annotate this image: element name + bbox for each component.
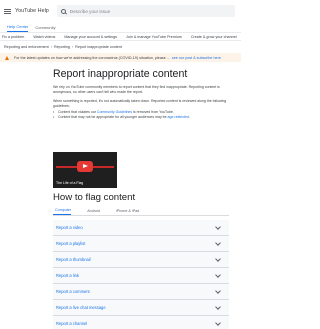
guidelines-list: • Content that violates our Community Gu… <box>53 110 229 119</box>
chevron-down-icon <box>215 303 221 310</box>
chevron-down-icon <box>215 287 221 294</box>
banner-link[interactable]: see our post & subscribe here <box>172 56 221 60</box>
category-channel[interactable]: Create & grow your channel <box>191 35 237 39</box>
accordion-item-comment[interactable]: Report a comment <box>53 284 229 300</box>
category-premium[interactable]: Join & manage YouTube Premium <box>126 35 182 39</box>
breadcrumb: Reporting and enforcement › Reporting › … <box>4 44 122 50</box>
chevron-down-icon <box>215 239 221 246</box>
play-icon[interactable] <box>77 161 93 172</box>
tab-android[interactable]: Android <box>85 209 100 215</box>
bullet-text-end: . <box>188 114 190 119</box>
accordion-label: Report a playlist <box>56 241 86 246</box>
chevron-right-icon: › <box>71 45 74 49</box>
breadcrumb-item[interactable]: Reporting and enforcement <box>4 45 49 49</box>
help-tabs: Help Center Community <box>0 22 241 32</box>
chevron-down-icon <box>215 255 221 262</box>
category-fix-problem[interactable]: Fix a problem <box>2 35 24 39</box>
chevron-down-icon <box>215 271 221 278</box>
breadcrumb-item[interactable]: Reporting <box>54 45 70 49</box>
accordion-label: Report a live chat message <box>56 305 106 310</box>
bullet-text: Content that violates our <box>58 110 97 114</box>
banner-text: For the latest updates on how we're addr… <box>14 55 170 60</box>
guidelines-paragraph: When something is reported, it's not aut… <box>53 99 227 108</box>
accordion-item-playlist[interactable]: Report a playlist <box>53 236 229 252</box>
accordion-label: Report a channel <box>56 321 88 326</box>
search-icon <box>60 8 66 14</box>
category-watch-videos[interactable]: Watch videos <box>33 35 55 39</box>
video-thumbnail[interactable]: The Life of a Flag <box>53 152 117 188</box>
page-title: Report inappropriate content <box>53 68 188 80</box>
accordion-label: Report a thumbnail <box>56 257 91 262</box>
accordion-label: Report a link <box>56 273 79 278</box>
age-restricted-link[interactable]: age-restricted <box>168 115 189 119</box>
platform-tabs: Computer Android iPhone & iPad <box>53 207 229 216</box>
accordion-item-thumbnail[interactable]: Report a thumbnail <box>53 252 229 268</box>
tab-iphone-ipad[interactable]: iPhone & iPad <box>114 209 139 215</box>
accordion-item-link[interactable]: Report a link <box>53 268 229 284</box>
category-nav: Fix a problem Watch videos Manage your a… <box>0 32 241 41</box>
accordion-item-live-chat[interactable]: Report a live chat message <box>53 300 229 316</box>
tab-computer[interactable]: Computer <box>53 208 72 215</box>
covid-banner: For the latest updates on how we're addr… <box>0 53 241 62</box>
app-title[interactable]: YouTube Help <box>15 8 49 14</box>
section-title: How to flag content <box>53 192 136 203</box>
accordion-label: Report a comment <box>56 289 90 294</box>
search-input[interactable]: Describe your issue <box>56 5 235 17</box>
tab-community[interactable]: Community <box>35 25 55 32</box>
chevron-down-icon <box>215 319 221 326</box>
accordion-label: Report a video <box>56 225 83 230</box>
search-placeholder: Describe your issue <box>69 8 111 14</box>
community-guidelines-link[interactable]: Community Guidelines <box>97 110 132 114</box>
article: Report inappropriate content We rely on … <box>53 66 229 119</box>
warning-icon <box>5 55 9 60</box>
chevron-right-icon: › <box>50 45 52 49</box>
intro-paragraph: We rely on YouTube community members to … <box>53 85 220 94</box>
category-account-settings[interactable]: Manage your account & settings <box>64 35 117 39</box>
hamburger-menu-icon[interactable] <box>4 8 11 14</box>
bullet-text-end: is removed from YouTube. <box>132 110 174 114</box>
bullet-text: Content that may not be appropriate for … <box>58 114 168 119</box>
video-title: The Life of a Flag <box>56 181 84 185</box>
breadcrumb-item[interactable]: Report inappropriate content <box>75 45 122 49</box>
top-bar: YouTube Help Describe your issue <box>0 0 241 22</box>
tab-help-center[interactable]: Help Center <box>7 24 29 32</box>
report-accordion: Report a video Report a playlist Report … <box>53 220 229 329</box>
list-item: • Content that may not be appropriate fo… <box>53 115 229 120</box>
accordion-item-channel[interactable]: Report a channel <box>53 316 229 329</box>
chevron-down-icon <box>215 223 221 230</box>
accordion-item-video[interactable]: Report a video <box>53 220 229 236</box>
